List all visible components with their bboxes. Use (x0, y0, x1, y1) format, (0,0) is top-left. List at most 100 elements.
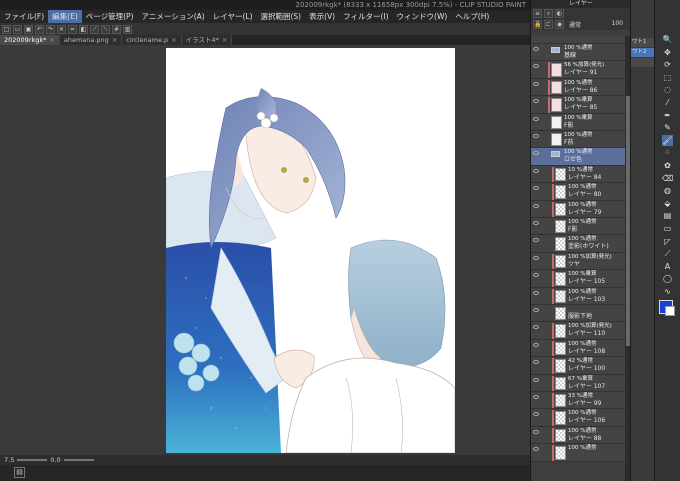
eye-icon[interactable] (533, 168, 539, 173)
layer-row[interactable]: 67 %乗算 レイヤー 107 (531, 374, 625, 392)
eye-icon[interactable] (533, 325, 539, 330)
tab-3[interactable]: イラスト4* × (181, 35, 233, 45)
layer-row[interactable] (531, 36, 625, 44)
snap-special-icon[interactable]: ⟍ (101, 24, 110, 34)
rotate-value[interactable]: 0.0 (50, 456, 60, 464)
layer-row[interactable]: 100 %通常 レイヤー 79 (531, 200, 625, 218)
close-icon[interactable]: × (171, 36, 176, 44)
pencil-icon[interactable]: ✎ (662, 122, 673, 133)
eye-icon[interactable] (533, 290, 539, 295)
eye-icon[interactable] (533, 447, 539, 452)
eye-icon[interactable] (533, 342, 539, 347)
close-icon[interactable]: × (112, 36, 117, 44)
redo-icon[interactable]: ↷ (46, 24, 55, 34)
line-correct-icon[interactable]: ∿ (662, 286, 673, 297)
layer-mask-icon[interactable]: ◐ (555, 9, 564, 18)
eye-icon[interactable] (533, 377, 539, 382)
layer-row[interactable]: 100 %通常 レイヤー 106 (531, 409, 625, 427)
layer-row[interactable]: 100 %通常 F前 (531, 131, 625, 149)
layer-row[interactable]: 100 %通常 基線 (531, 44, 625, 62)
lock-icon[interactable]: 🔒 (533, 20, 542, 29)
layer-search-icon[interactable]: ⌕ (544, 9, 553, 18)
airbrush-icon[interactable]: ⁘ (662, 147, 673, 158)
tab-0[interactable]: 202009rkgk* × (0, 35, 60, 45)
open-file-icon[interactable]: ▭ (13, 24, 22, 34)
zoom-value[interactable]: 7.5 (4, 456, 14, 464)
layer-property-icon[interactable]: ≡ (533, 9, 542, 18)
layer-row[interactable]: 33 %通常 レイヤー 99 (531, 392, 625, 410)
layer-row[interactable]: 100 %通常 塗影(ホワイト) (531, 235, 625, 253)
menu-item-0[interactable]: ファイル(F) (0, 10, 48, 23)
blend-icon[interactable]: ◍ (662, 185, 673, 196)
eye-icon[interactable] (533, 203, 539, 208)
layer-row[interactable]: 100 %通常 F影 (531, 218, 625, 236)
layer-opacity[interactable]: 100 (612, 20, 623, 27)
menu-item-1[interactable]: 編集(E) (48, 10, 82, 23)
clear-icon[interactable]: ✕ (57, 24, 66, 34)
eye-icon[interactable] (533, 412, 539, 417)
navigator-toggle-icon[interactable]: ▤ (14, 467, 25, 478)
background-color[interactable] (665, 306, 675, 316)
rotate-icon[interactable]: ⟳ (662, 59, 673, 70)
subtool-item[interactable]: ワト2 (631, 48, 655, 57)
folder-icon[interactable] (551, 151, 560, 158)
rotate-slider[interactable] (63, 459, 94, 461)
subtool-item[interactable] (631, 58, 655, 67)
layer-row[interactable]: 100 %加算(発光) ツヤ (531, 252, 625, 271)
menu-item-8[interactable]: ウィンドウ(W) (393, 10, 452, 23)
close-icon[interactable]: × (222, 36, 227, 44)
ruler-icon[interactable]: ⟋ (662, 248, 673, 259)
layer-row[interactable]: 服影下地 (531, 305, 625, 323)
menu-item-9[interactable]: ヘルプ(H) (451, 10, 493, 23)
ruler-icon[interactable]: ▥ (123, 24, 132, 34)
zoom-slider[interactable] (17, 459, 48, 461)
menu-item-2[interactable]: ページ管理(P) (82, 10, 138, 23)
subtool-item[interactable]: ワト1 (631, 38, 655, 47)
layer-row[interactable]: 100 %通常 レイヤー 108 (531, 339, 625, 358)
layer-row[interactable]: 100 %通常 レイヤー 103 (531, 287, 625, 305)
balloon-icon[interactable]: ◯ (662, 273, 673, 284)
artwork-canvas[interactable] (166, 48, 455, 453)
eye-icon[interactable] (533, 116, 539, 121)
transform-icon[interactable]: ⌗ (68, 24, 77, 34)
lasso-icon[interactable]: ◌ (662, 84, 673, 95)
gradient-icon[interactable]: ▤ (662, 210, 673, 221)
layer-row[interactable]: 42 %通常 レイヤー 100 (531, 357, 625, 375)
close-icon[interactable]: × (49, 36, 54, 44)
eye-icon[interactable] (533, 186, 539, 191)
menu-item-6[interactable]: 表示(V) (305, 10, 339, 23)
eye-icon[interactable] (533, 134, 539, 138)
menu-item-3[interactable]: アニメーション(A) (138, 10, 209, 23)
clip-icon[interactable]: ⊏ (544, 20, 553, 29)
eye-icon[interactable] (533, 360, 539, 365)
menu-item-7[interactable]: フィルター(I) (339, 10, 392, 23)
layer-row[interactable]: 100 %通常 ロゼ色 (531, 148, 625, 166)
eye-icon[interactable] (533, 99, 539, 104)
layer-row[interactable]: 100 %通常 レイヤー 80 (531, 183, 625, 201)
frame-icon[interactable]: ◸ (662, 236, 673, 247)
layer-row[interactable]: 100 %乗算 レイヤー 105 (531, 270, 625, 288)
eye-icon[interactable] (533, 395, 539, 399)
eye-icon[interactable] (533, 429, 539, 434)
menu-item-4[interactable]: レイヤー(L) (209, 10, 257, 23)
magnifier-icon[interactable]: 🔍 (662, 34, 673, 45)
eye-icon[interactable] (533, 151, 539, 156)
eye-icon[interactable] (533, 221, 539, 225)
grid-icon[interactable]: # (112, 24, 121, 34)
folder-icon[interactable] (551, 47, 560, 53)
layer-row[interactable]: 10 %通常 レイヤー 84 (531, 165, 625, 184)
eye-icon[interactable] (533, 64, 539, 69)
fill-icon[interactable]: ◧ (79, 24, 88, 34)
undo-icon[interactable]: ↶ (35, 24, 44, 34)
save-icon[interactable]: ▣ (24, 24, 33, 34)
tab-1[interactable]: ahemana.png × (59, 35, 123, 45)
blend-mode[interactable]: 通常 (569, 20, 581, 29)
brush-icon[interactable]: 🖌 (662, 134, 673, 146)
eraser-icon[interactable]: ⌫ (662, 173, 673, 184)
move-icon[interactable]: ✥ (662, 47, 673, 58)
eye-icon[interactable] (533, 273, 539, 278)
layer-row[interactable]: 100 %乗算 レイヤー 85 (531, 96, 625, 114)
pen-icon[interactable]: ✒ (662, 110, 673, 121)
reference-icon[interactable]: ◉ (555, 20, 564, 29)
layer-row[interactable]: 100 %加算(発光) レイヤー 110 (531, 322, 625, 340)
